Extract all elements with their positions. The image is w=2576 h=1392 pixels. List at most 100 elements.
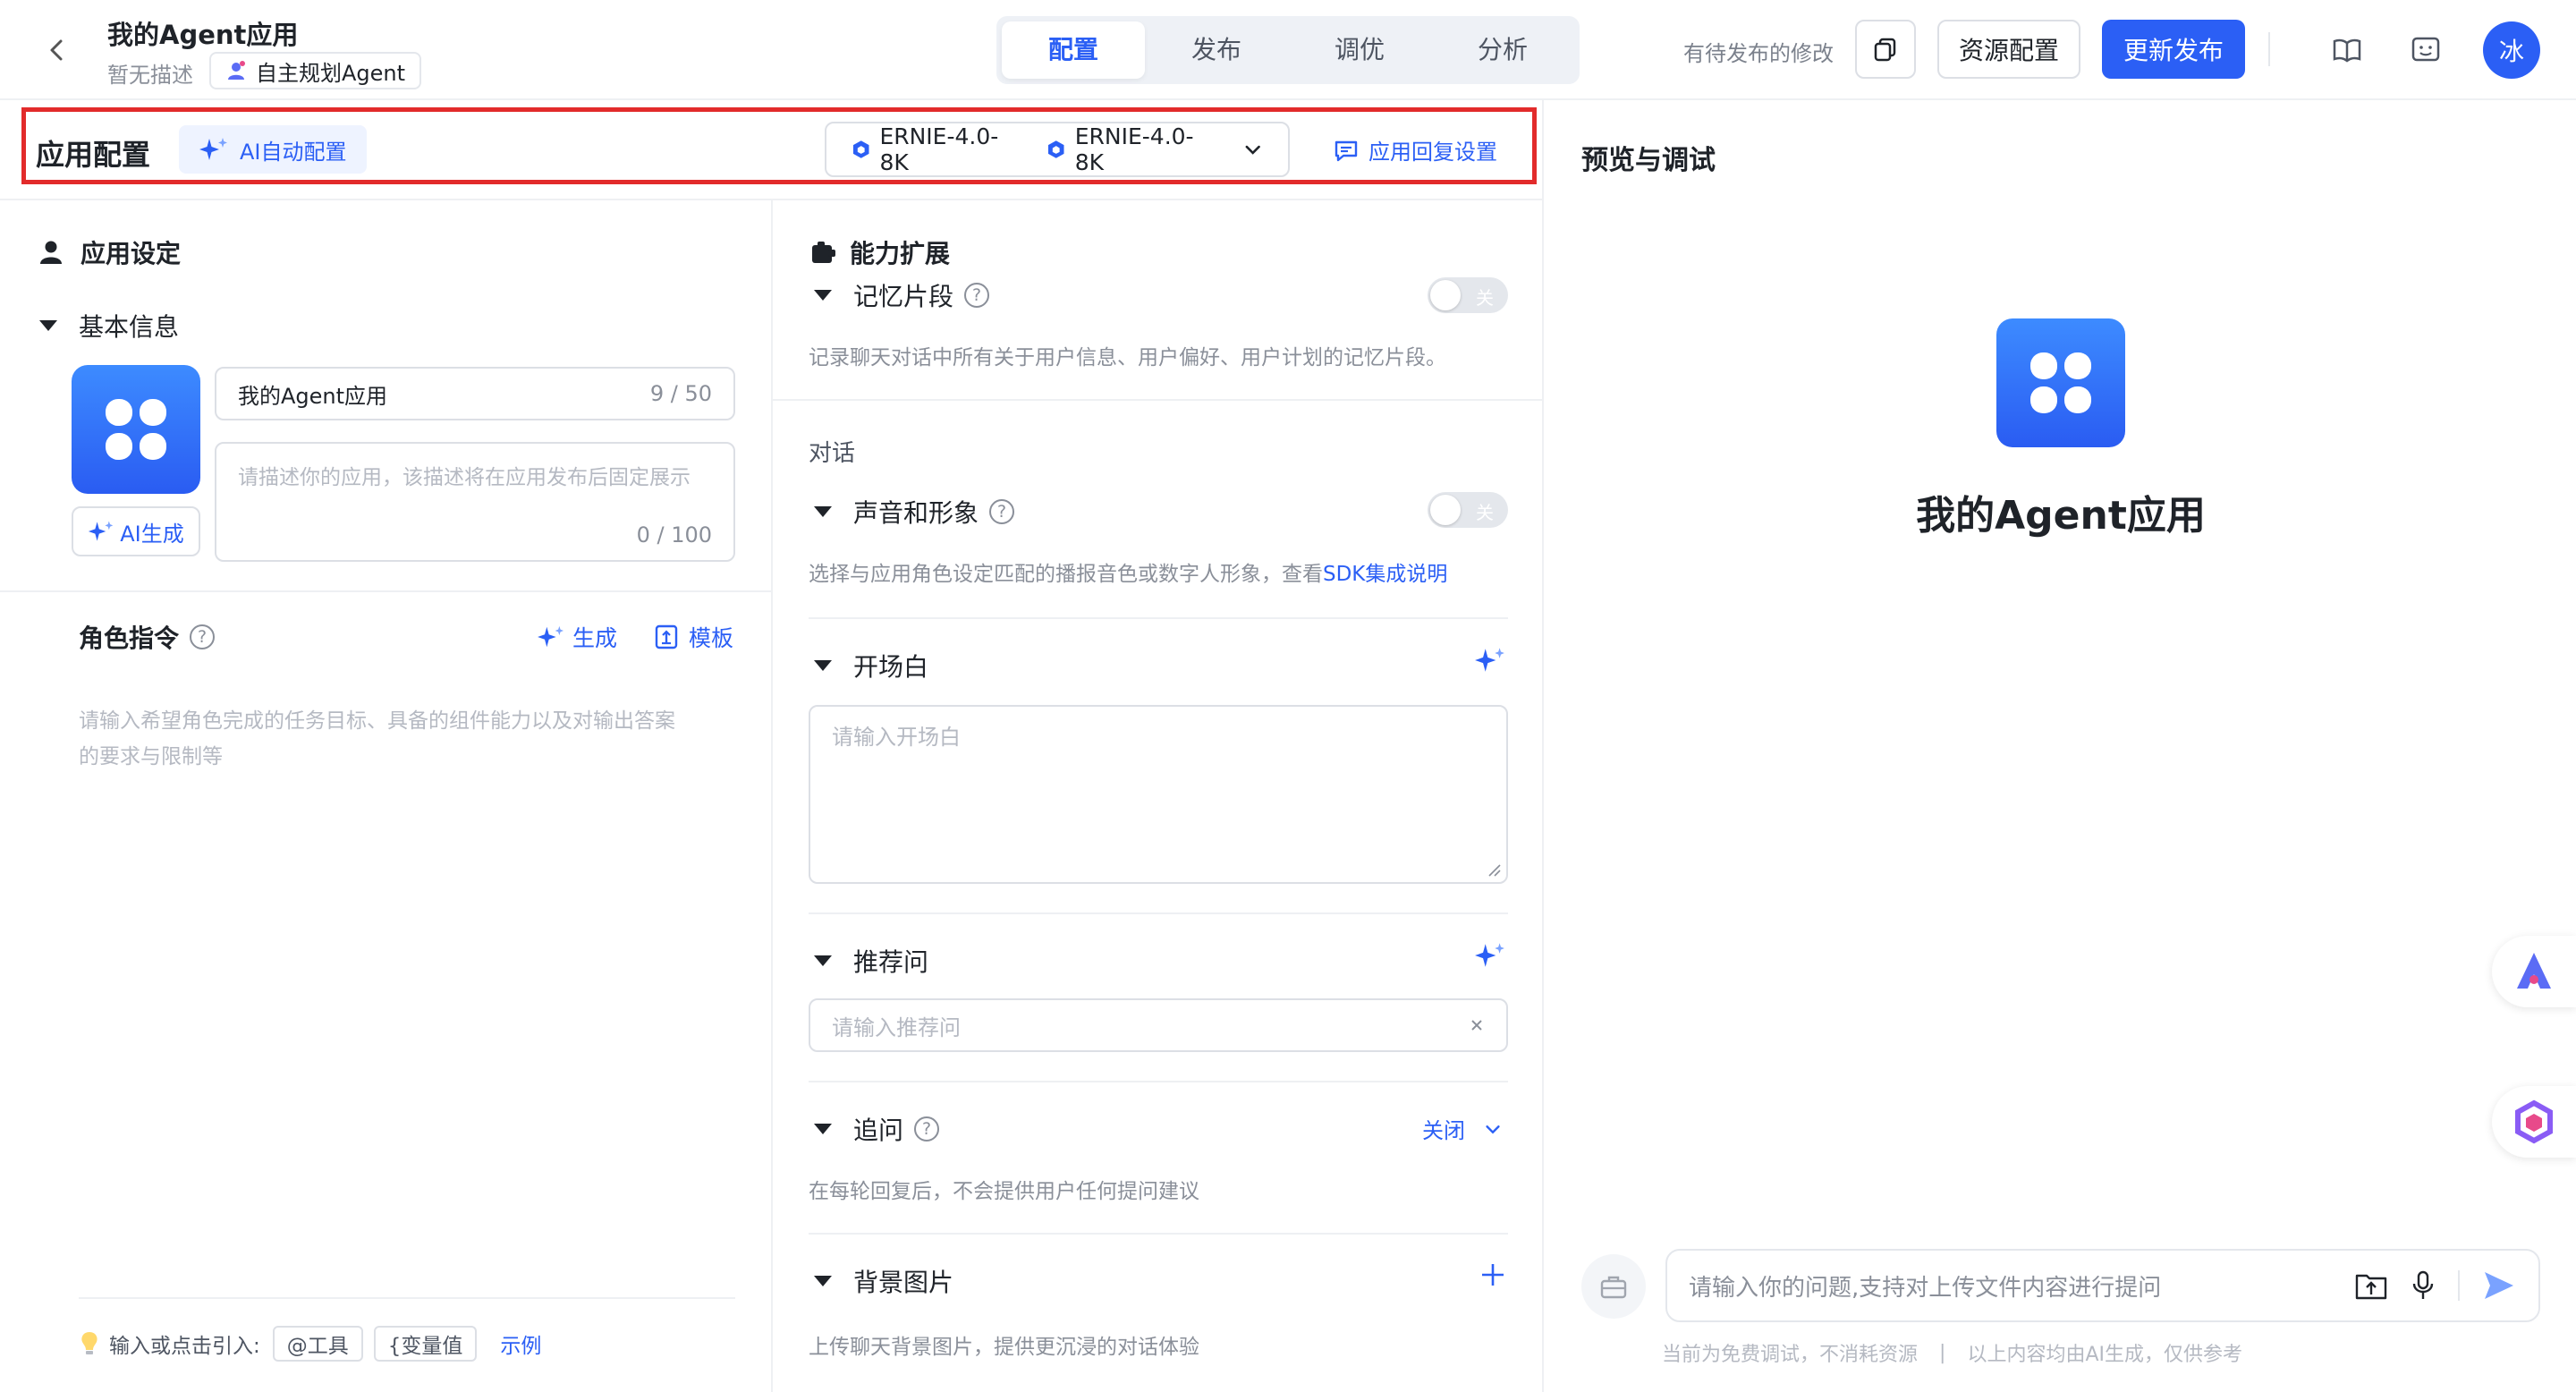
update-publish-button[interactable]: 更新发布	[2102, 20, 2245, 79]
collapse-triangle-icon	[814, 1276, 832, 1286]
help-icon[interactable]: ?	[190, 624, 216, 649]
tab-tune[interactable]: 调优	[1288, 21, 1431, 79]
clover-logo-icon	[2030, 352, 2091, 413]
role-generate-button[interactable]: 生成	[537, 621, 617, 653]
switch-knob	[1430, 280, 1461, 310]
opening-ai-generate-button[interactable]	[1474, 646, 1506, 678]
reply-settings-button[interactable]: 应用回复设置	[1333, 134, 1497, 166]
user-avatar[interactable]: 冰	[2483, 21, 2540, 79]
collapse-triangle-icon	[39, 320, 57, 331]
app-name-input[interactable]: 我的Agent应用 9 / 50	[215, 367, 735, 420]
opening-toggle-row[interactable]: 开场白	[814, 648, 928, 683]
collapse-triangle-icon	[814, 290, 832, 301]
role-instruction-input[interactable]: 请输入希望角色完成的任务目标、具备的组件能力以及对输出答案 的要求与限制等	[79, 703, 723, 775]
hint-divider	[79, 1297, 735, 1299]
book-icon	[2333, 38, 2361, 63]
docs-button[interactable]	[2329, 32, 2365, 68]
insert-tool-chip[interactable]: @工具	[272, 1326, 363, 1362]
copy-button[interactable]	[1855, 20, 1916, 79]
app-name-count: 9 / 50	[649, 381, 712, 406]
background-description: 上传聊天背景图片，提供更沉浸的对话体验	[809, 1336, 1199, 1359]
insert-variable-chip[interactable]: {变量值	[373, 1326, 478, 1362]
example-link[interactable]: 示例	[500, 1328, 541, 1359]
app-desc-count: 0 / 100	[636, 522, 712, 547]
copy-icon	[1874, 38, 1896, 62]
opening-textarea[interactable]: 请输入开场白	[809, 705, 1508, 884]
voice-toggle-row[interactable]: 声音和形象 ?	[814, 494, 1015, 530]
tab-publish[interactable]: 发布	[1145, 21, 1288, 79]
recommend-input[interactable]: 请输入推荐问	[809, 998, 1508, 1052]
app-desc-placeholder: 请描述你的应用，该描述将在应用发布后固定展示	[238, 466, 691, 489]
upload-file-icon[interactable]	[2354, 1270, 2388, 1301]
tab-analysis[interactable]: 分析	[1431, 21, 1574, 79]
resource-config-button[interactable]: 资源配置	[1937, 20, 2080, 79]
sparkle-icon	[1475, 943, 1504, 967]
model-selector[interactable]: ERNIE-4.0-8K ERNIE-4.0-8K	[825, 122, 1290, 177]
memory-switch[interactable]: 关	[1428, 277, 1508, 313]
sparkle-icon	[89, 521, 114, 541]
microphone-icon[interactable]	[2410, 1269, 2436, 1302]
role-instruction-title: 角色指令	[79, 624, 180, 653]
feedback-icon	[2411, 37, 2440, 62]
section-divider	[809, 1081, 1508, 1082]
ai-auto-config-label: AI自动配置	[240, 139, 347, 165]
ai-generate-logo-button[interactable]: AI生成	[72, 506, 200, 556]
model-cube-icon	[852, 140, 869, 158]
memory-title: 记忆片段	[853, 282, 954, 311]
memory-toggle-row[interactable]: 记忆片段 ?	[814, 277, 990, 313]
preview-title: 预览与调试	[1581, 145, 1716, 176]
toolbox-button[interactable]	[1581, 1254, 1646, 1319]
collapse-triangle-icon	[814, 660, 832, 671]
hexagon-logo-icon	[2515, 1099, 2553, 1144]
ai-auto-config-button[interactable]: AI自动配置	[179, 125, 367, 174]
model-name-primary: ERNIE-4.0-8K	[879, 123, 999, 175]
app-title: 我的Agent应用	[107, 20, 299, 50]
help-icon[interactable]: ?	[964, 283, 990, 308]
chevron-down-icon	[1245, 145, 1260, 155]
recommend-toggle-row[interactable]: 推荐问	[814, 943, 928, 979]
help-icon[interactable]: ?	[989, 499, 1015, 524]
agent-icon	[228, 61, 245, 80]
section-divider	[809, 1233, 1508, 1235]
recommend-ai-generate-button[interactable]	[1474, 941, 1506, 973]
sparkle-icon	[538, 625, 564, 648]
opening-title: 开场白	[853, 652, 929, 682]
feedback-button[interactable]	[2408, 32, 2444, 68]
section-divider	[809, 617, 1508, 619]
followup-toggle-row[interactable]: 追问 ?	[814, 1111, 940, 1147]
send-icon[interactable]	[2481, 1269, 2517, 1303]
tab-config[interactable]: 配置	[1002, 21, 1145, 79]
assistant-float-button[interactable]	[2492, 936, 2576, 1007]
app-logo[interactable]	[72, 365, 200, 494]
collapse-triangle-icon	[814, 1124, 832, 1134]
section-divider	[0, 590, 771, 592]
chat-input[interactable]: 请输入你的问题,支持对上传文件内容进行提问	[1665, 1249, 2540, 1322]
capability-title: 能力扩展	[850, 239, 951, 268]
plugin-float-button[interactable]	[2492, 1086, 2576, 1158]
app-desc-input[interactable]: 请描述你的应用，该描述将在应用发布后固定展示 0 / 100	[215, 442, 735, 562]
main-tabs: 配置 发布 调优 分析	[996, 16, 1580, 84]
model-item: ERNIE-4.0-8K	[1046, 123, 1218, 175]
footer-ai-disclaimer: 以上内容均由AI生成，仅供参考	[1967, 1344, 2242, 1366]
chevron-left-icon	[50, 39, 63, 61]
ai-generate-label: AI生成	[120, 521, 184, 547]
sdk-docs-link[interactable]: SDK集成说明	[1323, 556, 1447, 587]
collapse-triangle-icon	[814, 506, 832, 517]
app-type-label: 自主规划Agent	[256, 60, 406, 86]
help-icon[interactable]: ?	[914, 1116, 940, 1142]
plugin-icon	[812, 242, 835, 263]
reply-settings-label: 应用回复设置	[1368, 140, 1497, 165]
background-toggle-row[interactable]: 背景图片	[814, 1263, 953, 1299]
chat-input-placeholder: 请输入你的问题,支持对上传文件内容进行提问	[1689, 1274, 2162, 1302]
followup-status-dropdown[interactable]: 关闭	[1422, 1113, 1503, 1144]
resize-handle-icon[interactable]	[1487, 862, 1501, 877]
basic-info-toggle[interactable]: 基本信息	[39, 308, 179, 344]
back-button[interactable]	[39, 32, 75, 68]
chevron-down-icon	[1486, 1125, 1500, 1133]
add-background-button[interactable]	[1479, 1261, 1506, 1292]
close-icon[interactable]	[1469, 1017, 1485, 1033]
footer-free-debug: 当前为免费调试，不消耗资源	[1662, 1344, 1919, 1366]
role-template-button[interactable]: 模板	[655, 621, 733, 653]
voice-switch[interactable]: 关	[1428, 492, 1508, 528]
app-description: 暂无描述	[107, 63, 193, 88]
